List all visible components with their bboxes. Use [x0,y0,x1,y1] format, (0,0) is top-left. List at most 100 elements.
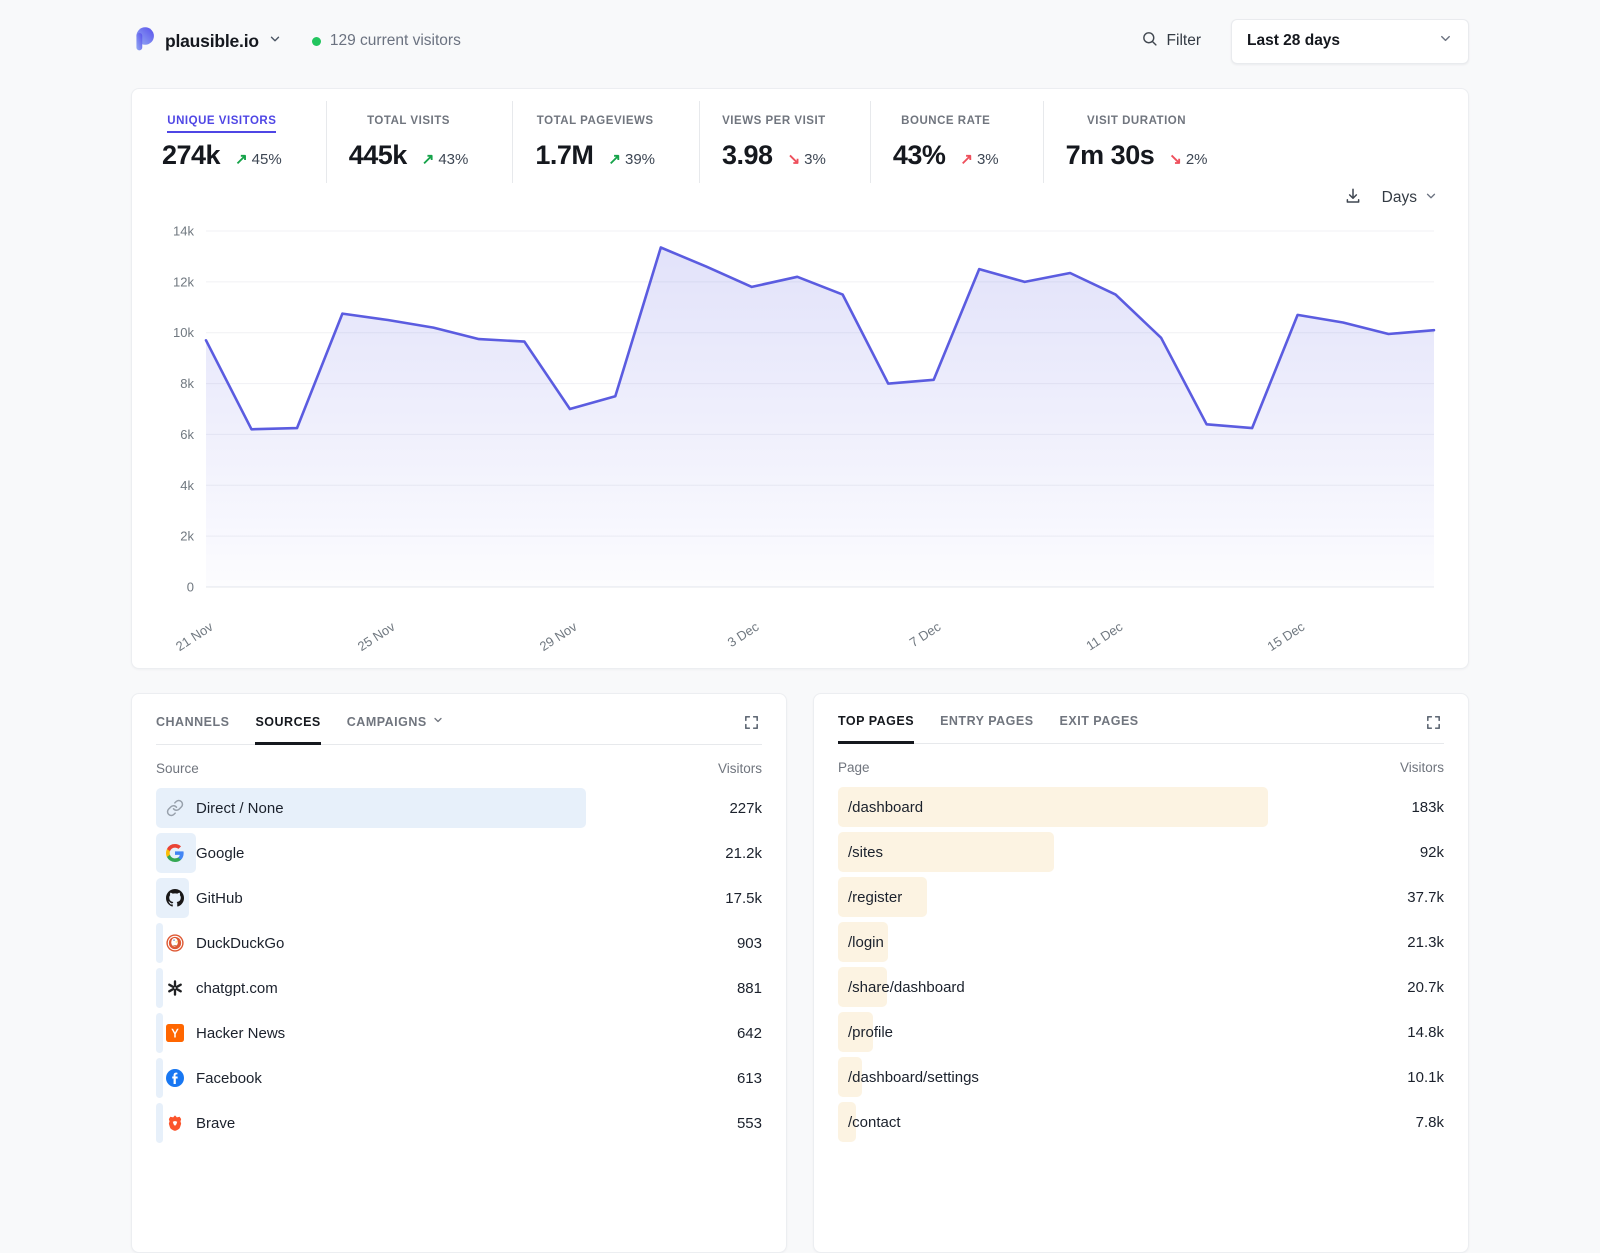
pages-tab-top-pages[interactable]: TOP PAGES [838,714,914,744]
page-row-register[interactable]: /register 37.7k [838,875,1444,919]
svg-text:2k: 2k [180,529,194,544]
site-picker[interactable]: plausible.io [131,26,282,56]
stat-value: 1.7M [535,140,593,171]
source-row-facebook[interactable]: Facebook 613 [156,1056,762,1100]
page-row-share-dashboard[interactable]: /share/dashboard 20.7k [838,965,1444,1009]
page-row-login[interactable]: /login 21.3k [838,920,1444,964]
download-export-button[interactable] [1344,187,1362,210]
page-row-contact[interactable]: /contact 7.8k [838,1100,1444,1144]
stat-change-percent: 39% [625,151,655,168]
pages-tab-entry-pages[interactable]: ENTRY PAGES [940,714,1033,744]
sources-tab-campaigns[interactable]: CAMPAIGNS [347,714,444,745]
svg-text:7 Dec: 7 Dec [907,619,944,650]
chatgpt-icon [166,979,184,997]
row-visitors-value: 37.7k [1374,889,1444,906]
stat-label: VIEWS PER VISIT [722,115,826,133]
row-label: /register [848,889,902,906]
brave-icon [166,1114,184,1132]
row-visitors-value: 10.1k [1374,1069,1444,1086]
row-label: /dashboard/settings [848,1069,979,1086]
search-icon [1141,30,1158,52]
stat-change-percent: 45% [252,151,282,168]
sources-tab-sources[interactable]: SOURCES [255,714,320,745]
expand-pages-button[interactable] [1423,712,1444,738]
page-row-sites[interactable]: /sites 92k [838,830,1444,874]
stat-change: ↗ 39% [608,150,655,168]
page-row-dashboard-settings[interactable]: /dashboard/settings 10.1k [838,1055,1444,1099]
svg-text:3 Dec: 3 Dec [725,619,762,650]
svg-text:0: 0 [187,580,194,595]
row-label: chatgpt.com [196,980,278,997]
filter-button[interactable]: Filter [1141,30,1201,52]
filter-label: Filter [1167,32,1201,50]
current-visitors[interactable]: 129 current visitors [312,32,461,50]
svg-text:6k: 6k [180,427,194,442]
row-visitors-value: 183k [1374,799,1444,816]
row-visitors-value: 881 [692,980,762,997]
stat-label: BOUNCE RATE [901,115,990,133]
stat-change: ↘ 3% [788,150,826,168]
page-row-profile[interactable]: /profile 14.8k [838,1010,1444,1054]
pages-tab-exit-pages[interactable]: EXIT PAGES [1060,714,1139,744]
top-bar: plausible.io 129 current visitors Filter… [131,18,1469,64]
sources-list: Direct / None 227k Google 21.2k GitHub 1… [156,786,762,1145]
stat-change: ↘ 2% [1169,150,1207,168]
svg-text:25 Nov: 25 Nov [355,619,398,654]
stat-visit-duration[interactable]: VISIT DURATION 7m 30s ↘ 2% [1043,101,1252,183]
pages-list: /dashboard 183k /sites 92k /register 37.… [838,785,1444,1144]
stats-row: UNIQUE VISITORS 274k ↗ 45% TOTAL VISITS … [160,101,1440,183]
stat-change-percent: 3% [977,151,999,168]
source-row-google[interactable]: Google 21.2k [156,831,762,875]
trend-arrow-icon: ↗ [608,150,621,168]
pages-panel: TOP PAGESENTRY PAGESEXIT PAGES Page Visi… [813,693,1469,1253]
stat-value: 3.98 [722,140,773,171]
stat-bounce-rate[interactable]: BOUNCE RATE 43% ↗ 3% [870,101,1043,183]
svg-text:14k: 14k [173,224,194,239]
stat-change: ↗ 43% [422,150,469,168]
svg-text:15 Dec: 15 Dec [1265,619,1308,654]
pages-tabs: TOP PAGES ENTRY PAGES EXIT PAGES [838,714,1139,743]
stat-views-per-visit[interactable]: VIEWS PER VISIT 3.98 ↘ 3% [699,101,870,183]
chart-controls: Days [162,183,1438,213]
source-row-chatgpt-com[interactable]: chatgpt.com 881 [156,966,762,1010]
duckduckgo-icon [166,934,184,952]
hackernews-icon [166,1024,184,1042]
row-label: /contact [848,1114,901,1131]
stat-total-pageviews[interactable]: TOTAL PAGEVIEWS 1.7M ↗ 39% [512,101,699,183]
row-visitors-value: 613 [692,1070,762,1087]
google-icon [166,844,184,862]
row-visitors-value: 21.2k [692,845,762,862]
page-row-dashboard[interactable]: /dashboard 183k [838,785,1444,829]
stat-value: 445k [349,140,407,171]
trend-arrow-icon: ↗ [235,150,248,168]
sources-col-header: Source [156,761,199,776]
row-visitors-value: 92k [1374,844,1444,861]
stat-change-percent: 3% [804,151,826,168]
row-label: /profile [848,1024,893,1041]
stat-value: 43% [893,140,946,171]
expand-sources-button[interactable] [741,712,762,738]
sources-panel: CHANNELSSOURCESCAMPAIGNS Source Visitors… [131,693,787,1253]
stat-total-visits[interactable]: TOTAL VISITS 445k ↗ 43% [326,101,513,183]
pages-col-header: Page [838,760,870,775]
source-row-direct-none[interactable]: Direct / None 227k [156,786,762,830]
visitors-chart[interactable]: 02k4k6k8k10k12k14k21 Nov25 Nov29 Nov3 De… [160,215,1440,660]
visitors-overview-card: UNIQUE VISITORS 274k ↗ 45% TOTAL VISITS … [131,88,1469,669]
svg-text:12k: 12k [173,274,194,289]
row-label: /login [848,934,884,951]
interval-picker[interactable]: Days [1382,189,1438,208]
source-row-hacker-news[interactable]: Hacker News 642 [156,1011,762,1055]
row-visitors-value: 227k [692,800,762,817]
svg-text:8k: 8k [180,376,194,391]
source-row-github[interactable]: GitHub 17.5k [156,876,762,920]
sources-tab-channels[interactable]: CHANNELS [156,714,229,745]
source-row-brave[interactable]: Brave 553 [156,1101,762,1145]
row-label: /share/dashboard [848,979,965,996]
sources-tabs: CHANNELS SOURCES CAMPAIGNS [156,714,444,744]
date-range-picker[interactable]: Last 28 days [1231,19,1469,64]
source-row-duckduckgo[interactable]: DuckDuckGo 903 [156,921,762,965]
stat-unique-visitors[interactable]: UNIQUE VISITORS 274k ↗ 45% [160,101,326,183]
row-label: Brave [196,1115,235,1132]
svg-text:11 Dec: 11 Dec [1083,619,1125,654]
visitors-chart-svg: 02k4k6k8k10k12k14k21 Nov25 Nov29 Nov3 De… [160,215,1442,655]
